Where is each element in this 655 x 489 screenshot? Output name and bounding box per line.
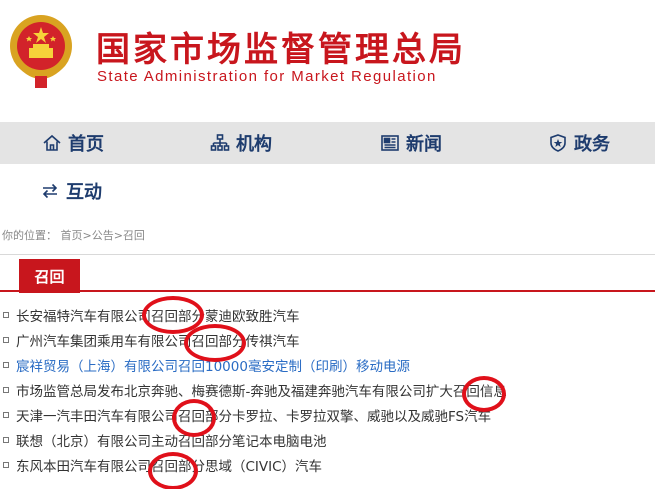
main-nav: 首页 机构 新闻 政务 xyxy=(0,122,655,164)
list-item[interactable]: 长安福特汽车有限公司召回部分蒙迪欧致胜汽车 xyxy=(0,302,655,327)
list-item[interactable]: 广州汽车集团乘用车有限公司召回部分传祺汽车 xyxy=(0,327,655,352)
nav-news-label: 新闻 xyxy=(406,134,442,155)
site-title: 国家市场监督管理总局 xyxy=(96,30,466,70)
exchange-arrows-icon xyxy=(42,183,58,199)
bullet-icon xyxy=(3,361,9,368)
nav-gov-label: 政务 xyxy=(574,134,610,155)
site-header: 国家市场监督管理总局 State Administration for Mark… xyxy=(0,0,655,122)
list-item-link[interactable]: 宸祥贸易（上海）有限公司召回10000毫安定制（印刷）移动电源 xyxy=(16,355,410,375)
bullet-icon xyxy=(3,411,9,418)
nav-news[interactable]: 新闻 xyxy=(380,122,442,164)
list-item[interactable]: 天津一汽丰田汽车有限公司召回部分卡罗拉、卡罗拉双擎、威驰以及威驰FS汽车 xyxy=(0,402,655,427)
nav-org-label: 机构 xyxy=(236,134,272,155)
bullet-icon xyxy=(3,336,9,343)
breadcrumb-prefix: 你的位置： xyxy=(2,229,57,242)
secondary-nav: 互动 xyxy=(0,164,655,216)
list-item-link[interactable]: 天津一汽丰田汽车有限公司召回部分卡罗拉、卡罗拉双擎、威驰以及威驰FS汽车 xyxy=(16,405,491,425)
shield-star-icon xyxy=(550,134,566,152)
breadcrumb-recall[interactable]: 召回 xyxy=(123,229,145,242)
breadcrumb: 你的位置： 首页>公告>召回 xyxy=(2,227,145,243)
nav-interact-label: 互动 xyxy=(66,182,102,203)
breadcrumb-home[interactable]: 首页 xyxy=(61,229,83,242)
tab-recall[interactable]: 召回 xyxy=(19,259,80,293)
newspaper-icon xyxy=(381,135,399,151)
bullet-icon xyxy=(3,436,9,443)
recall-list: 长安福特汽车有限公司召回部分蒙迪欧致胜汽车 广州汽车集团乘用车有限公司召回部分传… xyxy=(0,302,655,477)
national-emblem-icon[interactable] xyxy=(5,10,77,92)
nav-home[interactable]: 首页 xyxy=(42,122,104,164)
list-item[interactable]: 联想（北京）有限公司主动召回部分笔记本电脑电池 xyxy=(0,427,655,452)
bullet-icon xyxy=(3,386,9,393)
nav-interact[interactable]: 互动 xyxy=(40,170,102,212)
list-item[interactable]: 宸祥贸易（上海）有限公司召回10000毫安定制（印刷）移动电源 xyxy=(0,352,655,377)
site-subtitle: State Administration for Market Regulati… xyxy=(97,68,437,85)
home-icon xyxy=(43,134,61,151)
org-chart-icon xyxy=(210,134,230,151)
bullet-icon xyxy=(3,461,9,468)
nav-org[interactable]: 机构 xyxy=(210,122,272,164)
breadcrumb-separator: > xyxy=(82,229,92,242)
list-item-link[interactable]: 长安福特汽车有限公司召回部分蒙迪欧致胜汽车 xyxy=(16,305,300,325)
list-item-link[interactable]: 联想（北京）有限公司主动召回部分笔记本电脑电池 xyxy=(16,430,327,450)
bullet-icon xyxy=(3,311,9,318)
list-item[interactable]: 市场监管总局发布北京奔驰、梅赛德斯-奔驰及福建奔驰汽车有限公司扩大召回信息 xyxy=(0,377,655,402)
list-item-link[interactable]: 广州汽车集团乘用车有限公司召回部分传祺汽车 xyxy=(16,330,300,350)
section-header: 召回 xyxy=(0,254,655,293)
nav-gov[interactable]: 政务 xyxy=(548,122,610,164)
list-item-link[interactable]: 市场监管总局发布北京奔驰、梅赛德斯-奔驰及福建奔驰汽车有限公司扩大召回信息 xyxy=(16,380,507,400)
breadcrumb-notices[interactable]: 公告 xyxy=(92,229,114,242)
breadcrumb-separator: > xyxy=(113,229,123,242)
list-item-link[interactable]: 东风本田汽车有限公司召回部分思域（CIVIC）汽车 xyxy=(16,455,322,475)
nav-home-label: 首页 xyxy=(68,134,104,155)
list-item[interactable]: 东风本田汽车有限公司召回部分思域（CIVIC）汽车 xyxy=(0,452,655,477)
